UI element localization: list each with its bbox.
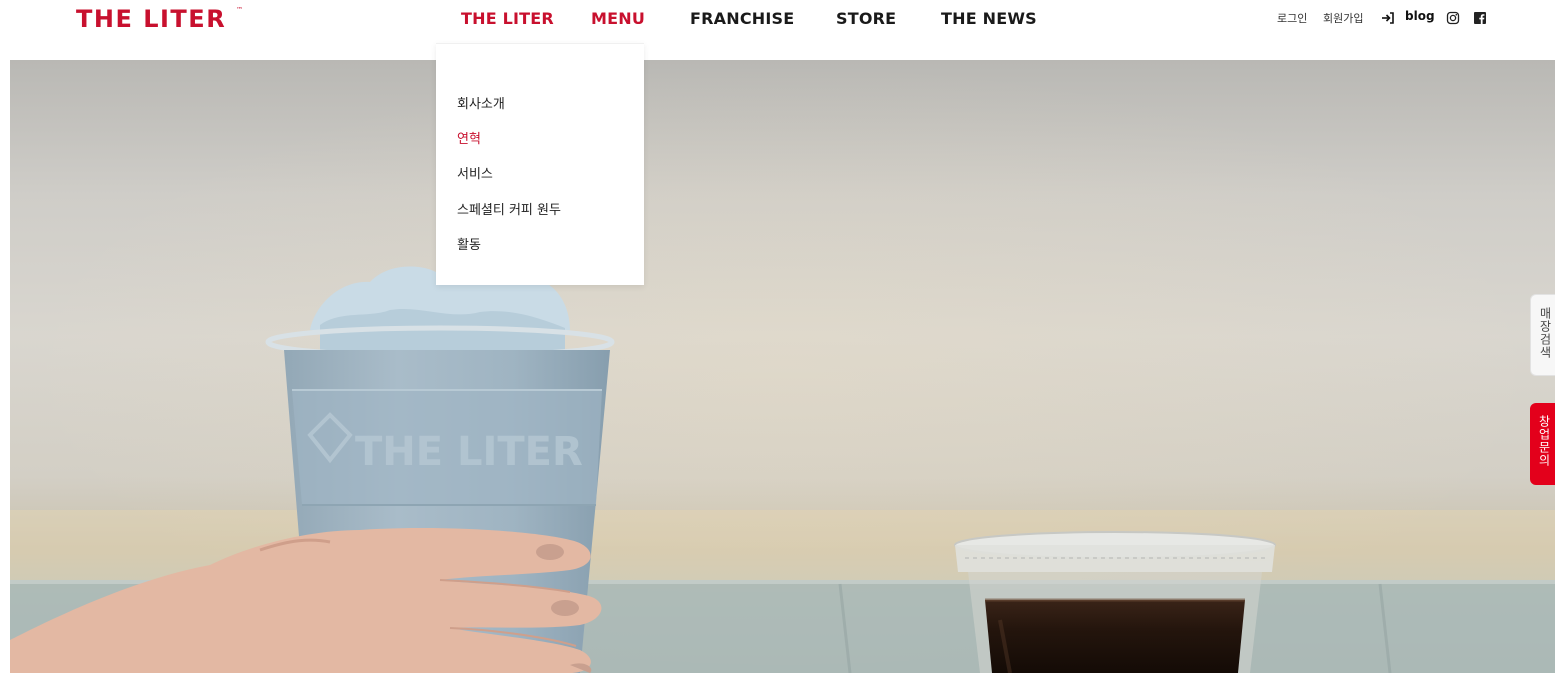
trademark-mark: ™ <box>236 6 243 14</box>
instagram-icon[interactable] <box>1446 11 1460 25</box>
nav-item-franchise[interactable]: FRANCHISE <box>690 9 794 28</box>
franchise-inquiry-tab[interactable]: 창업문의 <box>1530 403 1555 485</box>
hero-photo-scene: THE LITER <box>10 60 1555 673</box>
store-search-label: 매장검색 <box>1538 307 1552 359</box>
nav-item-the-liter[interactable]: THE LITER <box>461 9 554 28</box>
nav-item-menu[interactable]: MENU <box>591 9 645 28</box>
dropdown-item-company[interactable]: 회사소개 <box>457 93 505 112</box>
store-search-tab[interactable]: 매장검색 <box>1530 294 1555 376</box>
sign-in-icon[interactable] <box>1381 11 1395 25</box>
login-link[interactable]: 로그인 <box>1277 10 1307 26</box>
signup-link[interactable]: 회원가입 <box>1323 10 1363 26</box>
dropdown-item-service[interactable]: 서비스 <box>457 163 493 182</box>
dropdown-item-activity[interactable]: 활동 <box>457 234 481 253</box>
the-liter-dropdown-menu: 회사소개 연혁 서비스 스페셜티 커피 원두 활동 <box>436 43 644 285</box>
nav-item-store[interactable]: STORE <box>836 9 896 28</box>
franchise-inquiry-label: 창업문의 <box>1537 415 1551 467</box>
site-header: THE LITER ™ THE LITER MENU FRANCHISE STO… <box>0 0 1555 40</box>
blog-link[interactable]: blog <box>1405 9 1435 23</box>
cup-brand-emboss: THE LITER <box>355 429 583 475</box>
hero-image: THE LITER <box>10 60 1555 673</box>
nav-item-the-news[interactable]: THE NEWS <box>941 9 1037 28</box>
facebook-icon[interactable] <box>1473 11 1487 25</box>
dropdown-item-specialty-coffee[interactable]: 스페셜티 커피 원두 <box>457 199 561 218</box>
dropdown-item-history[interactable]: 연혁 <box>457 128 481 147</box>
brand-logo[interactable]: THE LITER <box>76 3 226 35</box>
